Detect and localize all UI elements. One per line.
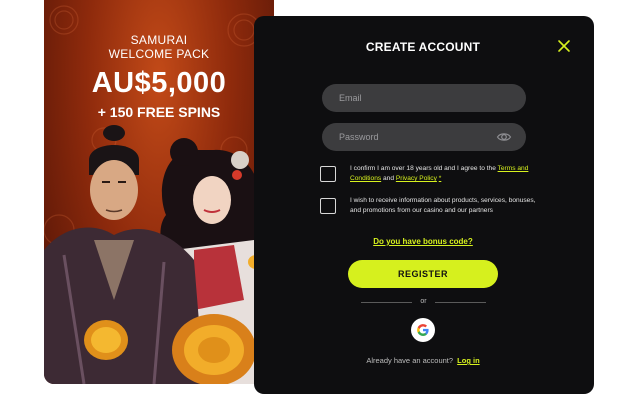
divider-or-text: or: [420, 298, 427, 305]
bonus-code-link[interactable]: Do you have bonus code?: [254, 237, 592, 246]
login-prompt: Already have an account? Log in: [254, 356, 592, 365]
age-consent-text: I confirm I am over 18 years old and I a…: [350, 164, 538, 184]
divider-line-right: [434, 302, 487, 303]
create-account-panel: CREATE ACCOUNT I confirm I am over 18 ye…: [254, 16, 594, 394]
privacy-link[interactable]: Privacy Policy: [396, 175, 437, 182]
login-link[interactable]: Log in: [457, 356, 480, 365]
promo-banner: SAMURAI WELCOME PACK AU$5,000 + 150 FREE…: [44, 0, 274, 384]
required-mark: *: [438, 175, 442, 182]
divider-line-left: [361, 302, 413, 303]
age-consent-row: I confirm I am over 18 years old and I a…: [320, 164, 538, 184]
google-icon: [417, 324, 429, 336]
login-prompt-text: Already have an account?: [366, 356, 454, 365]
email-input[interactable]: [322, 84, 526, 112]
or-divider: or: [361, 298, 487, 305]
and-text: and: [383, 175, 395, 182]
eye-icon[interactable]: [496, 129, 512, 145]
marketing-consent-row: I wish to receive information about prod…: [320, 196, 538, 216]
age-consent-label: I confirm I am over 18 years old and I a…: [350, 165, 496, 172]
age-consent-checkbox[interactable]: [320, 166, 336, 182]
google-signin-button[interactable]: [411, 318, 435, 342]
marketing-consent-text: I wish to receive information about prod…: [350, 197, 536, 214]
register-button[interactable]: REGISTER: [348, 260, 498, 288]
marketing-consent-checkbox[interactable]: [320, 198, 336, 214]
samurai-artwork: [44, 125, 274, 384]
close-icon[interactable]: [556, 38, 572, 54]
form-title: CREATE ACCOUNT: [365, 40, 481, 54]
